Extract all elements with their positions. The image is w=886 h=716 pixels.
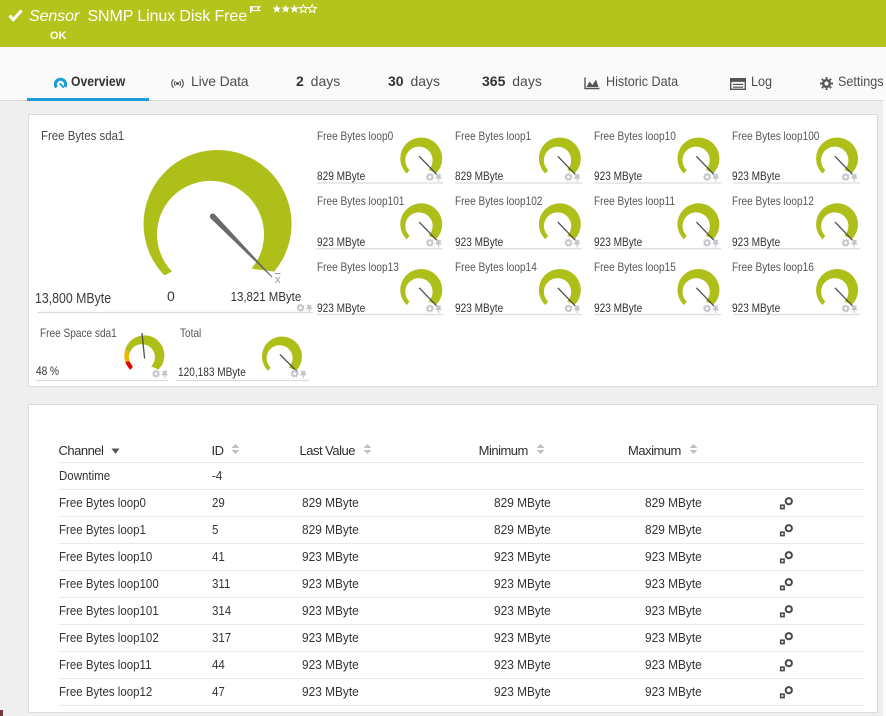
svg-text:x: x	[275, 274, 281, 286]
